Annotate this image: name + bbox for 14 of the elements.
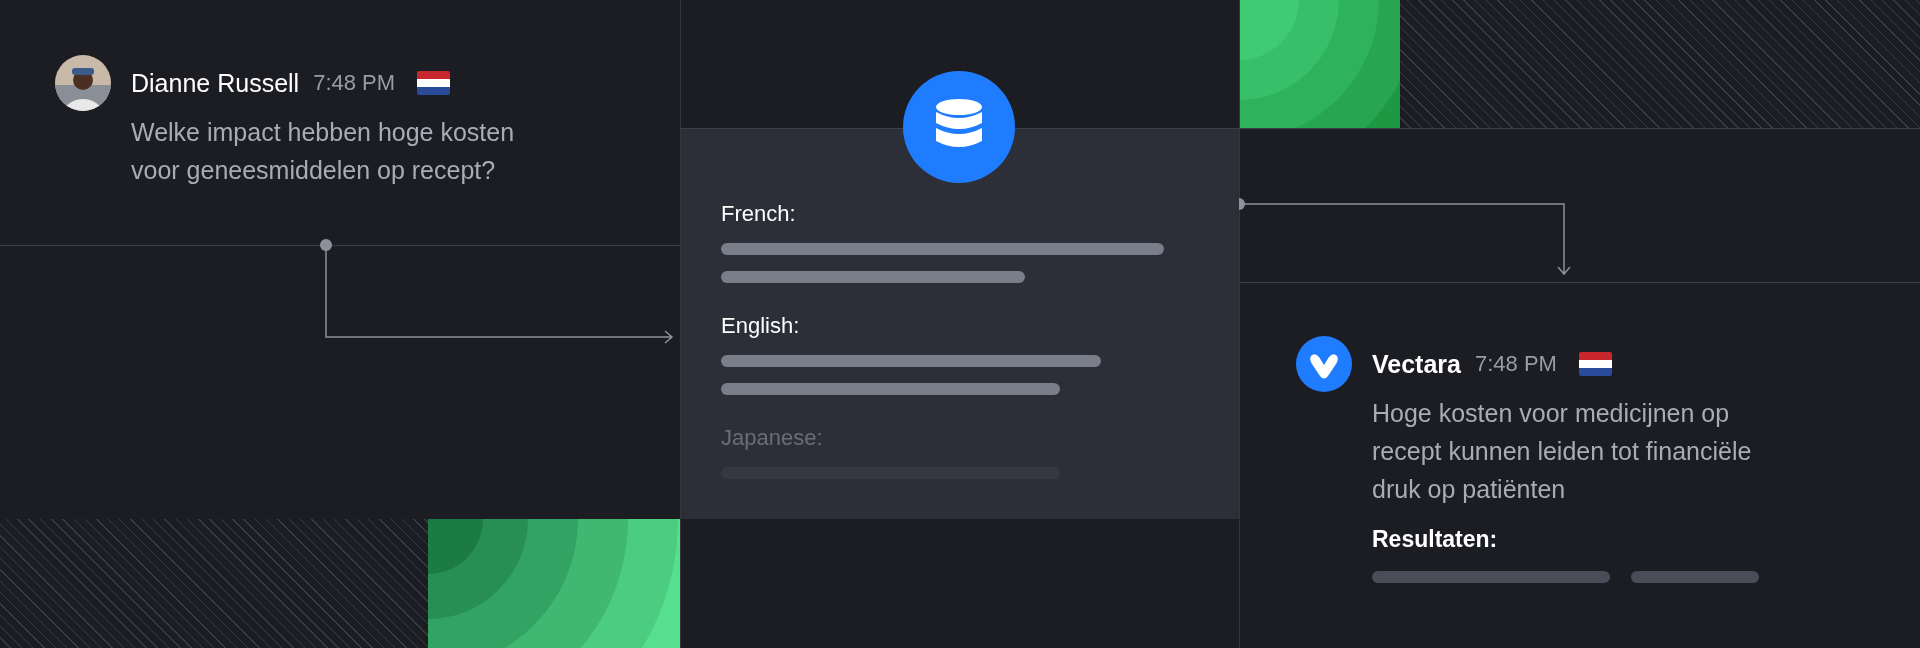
language-label: Japanese: [721,425,824,451]
author-name: Dianne Russell [131,68,300,98]
flag-icon [1578,352,1612,376]
logo-icon [1296,336,1352,392]
timestamp: 7:48 PM [313,70,396,96]
language-label: French: [721,201,797,227]
author-name: Vectara [1372,349,1461,379]
language-label: English: [721,313,801,339]
message-text: Welke impact hebben hoge kosten voor geneesmiddelen op recept? [131,117,516,186]
database-icon [903,71,1015,183]
flag-icon [417,71,451,95]
message-text: Hoge kosten voor medicijnen op recept kunnen leiden tot financiële druk op patiënten [1372,398,1753,505]
results-label: Resultaten: [1372,526,1499,553]
timestamp: 7:48 PM [1474,351,1557,377]
